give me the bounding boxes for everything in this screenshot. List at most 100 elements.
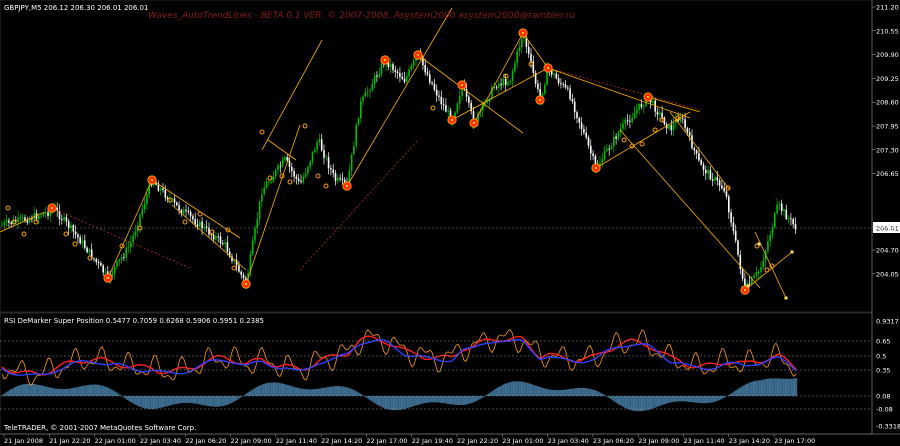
indicator-histogram-bar	[614, 396, 617, 403]
indicator-histogram-bar	[413, 396, 415, 407]
indicator-histogram-bar	[218, 396, 220, 407]
main-panel[interactable]	[0, 0, 873, 313]
indicator-histogram-bar	[149, 396, 151, 409]
candle-body	[337, 178, 339, 181]
indicator-histogram-bar	[338, 386, 340, 396]
indicator-histogram-bar	[424, 396, 426, 404]
candle-body	[40, 215, 42, 217]
candle-body	[102, 265, 104, 273]
candle-body	[410, 65, 413, 70]
candle-body	[58, 210, 61, 220]
candle-body	[408, 69, 410, 77]
indicator-histogram-bar	[546, 388, 548, 396]
candle-body	[555, 73, 558, 79]
indicator-histogram-bar	[536, 386, 538, 396]
candle-body	[438, 95, 440, 97]
price-tick-label: 210.55	[876, 27, 899, 35]
indicator-histogram-bar	[141, 396, 143, 408]
indicator-histogram-bar	[19, 385, 22, 396]
indicator-histogram-bar	[262, 384, 265, 396]
indicator-histogram-bar	[659, 396, 662, 406]
candle-body	[86, 247, 88, 253]
candle-body	[502, 78, 505, 86]
indicator-histogram-bar	[555, 390, 558, 396]
indicator-axis: 0.9317 0.65 0.5 0.35 0.08 -0.08 -0.3318	[876, 318, 900, 431]
indicator-histogram-bar	[474, 396, 476, 402]
indicator-histogram-bar	[643, 396, 646, 411]
candle-body	[776, 204, 778, 214]
candle-body	[693, 148, 696, 151]
indicator-histogram-bar	[506, 383, 508, 396]
candle-body	[638, 104, 640, 110]
indicator-histogram-bar	[75, 387, 78, 396]
indicator-histogram-bar	[619, 396, 622, 406]
candle-body	[728, 196, 730, 213]
time-tick-label: 23 Jan 09:00	[638, 437, 679, 445]
candle-body	[686, 128, 689, 133]
indicator-histogram-bar	[419, 396, 422, 405]
chart-canvas[interactable]: 206.01 211.20210.55209.90209.25208.60207…	[0, 0, 900, 446]
indicator-histogram-bar	[221, 396, 223, 407]
indicator-histogram-bar	[182, 396, 185, 403]
indicator-histogram-bar	[669, 396, 671, 403]
indicator-histogram-bar	[350, 388, 353, 396]
candle-body	[187, 210, 190, 212]
indicator-histogram-bar	[597, 391, 599, 396]
indicator-histogram-bar	[493, 390, 495, 396]
indicator-histogram-bar	[83, 385, 86, 396]
indicator-histogram-bar	[318, 388, 321, 396]
candle-body	[288, 160, 291, 167]
candle-body	[314, 149, 316, 153]
candle-body	[401, 76, 403, 79]
candle-body	[392, 64, 394, 71]
indicator-histogram-bar	[542, 388, 545, 396]
indicator-histogram-bar	[790, 378, 793, 396]
candle-body	[120, 257, 123, 260]
candle-body	[38, 216, 40, 219]
candle-body	[373, 75, 376, 85]
indicator-histogram-bar	[5, 392, 7, 396]
indicator-histogram-bar	[440, 396, 442, 403]
indicator-histogram-bar	[739, 387, 742, 396]
candle-body	[100, 263, 102, 266]
candle-body	[376, 75, 378, 77]
candle-body	[77, 234, 79, 238]
indicator-histogram-bar	[30, 383, 33, 396]
indicator-histogram-bar	[72, 387, 74, 396]
indicator-histogram-bar	[61, 389, 63, 396]
candle-body	[433, 83, 436, 90]
indicator-histogram-bar	[248, 391, 250, 396]
indicator-histogram-bar	[315, 388, 318, 396]
indicator-histogram-bar	[589, 388, 591, 396]
indicator-histogram-bar	[309, 389, 311, 396]
candle-body	[631, 118, 633, 122]
indicator-histogram-bar	[582, 387, 585, 396]
indicator-histogram-bar	[789, 378, 791, 396]
time-tick-label: 22 Jan 17:00	[366, 437, 407, 445]
candle-body	[307, 167, 309, 174]
indicator-histogram-bar	[189, 396, 191, 404]
indicator-histogram-bar	[16, 386, 18, 396]
indicator-histogram-bar	[314, 389, 316, 396]
candle-body	[125, 247, 127, 258]
wave-marker-center	[594, 166, 598, 170]
indicator-histogram-bar	[163, 396, 166, 407]
indicator-histogram-bar	[770, 378, 772, 396]
indicator-histogram-bar	[91, 384, 94, 396]
indicator-histogram-bar	[170, 396, 172, 406]
indicator-histogram-bar	[366, 396, 369, 399]
indicator-histogram-bar	[448, 396, 450, 404]
candle-body	[93, 258, 95, 260]
indicator-histogram-bar	[355, 391, 358, 396]
indicator-histogram-bar	[645, 396, 647, 411]
indicator-histogram-bar	[698, 396, 700, 403]
indicator-histogram-bar	[699, 396, 702, 404]
indicator-histogram-bar	[154, 396, 156, 409]
candle-body	[217, 236, 219, 238]
candle-body	[396, 71, 399, 74]
indicator-histogram-bar	[32, 383, 34, 396]
indicator-histogram-bar	[702, 396, 705, 404]
indicator-panel[interactable]	[0, 312, 873, 435]
indicator-level-label: 0.9317	[876, 318, 899, 326]
indicator-title: RSI DeMarker Super Position 0.5477 0.705…	[4, 317, 264, 325]
